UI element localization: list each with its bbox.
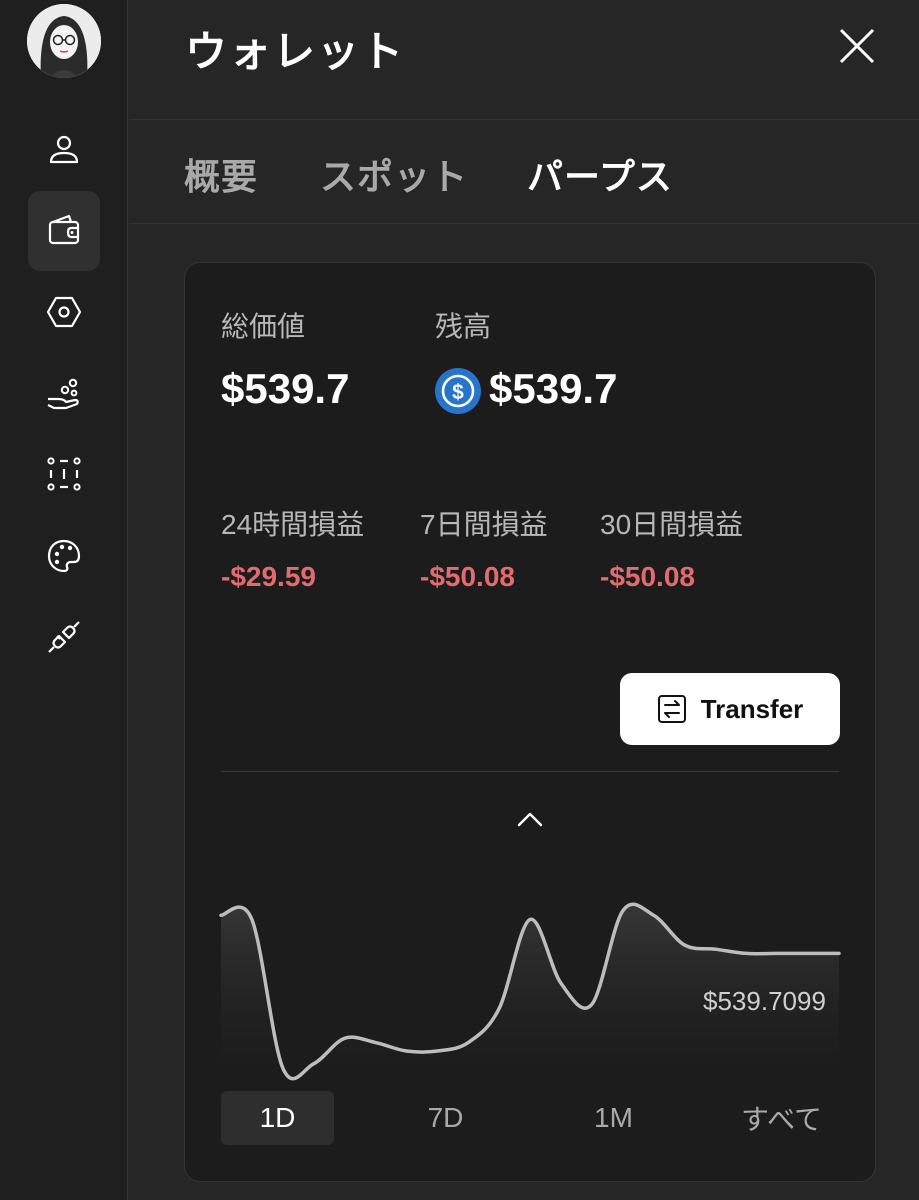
pnl-7d-label: 7日間損益 xyxy=(420,509,548,540)
tab-spot[interactable]: スポット xyxy=(320,148,468,200)
hexagon-icon xyxy=(46,296,82,328)
grid-dots-icon xyxy=(47,457,81,491)
avatar-image xyxy=(27,4,101,78)
balance-value: $539.7 xyxy=(489,365,618,412)
range-1d[interactable]: 1D xyxy=(221,1091,334,1145)
tab-overview[interactable]: 概要 xyxy=(184,148,258,200)
panel-header: ウォレット xyxy=(129,0,919,120)
sidebar-item-earn[interactable] xyxy=(28,353,100,433)
hand-coins-icon xyxy=(47,378,79,410)
pnl-24h-label: 24時間損益 xyxy=(221,509,365,540)
pnl-30d-label: 30日間損益 xyxy=(600,509,744,540)
close-icon[interactable] xyxy=(835,24,879,68)
tab-perps[interactable]: パープス xyxy=(527,148,673,200)
sidebar xyxy=(0,0,128,1200)
total-value-label: 総価値 xyxy=(221,311,306,342)
pnl-7d-value: -$50.08 xyxy=(420,561,515,592)
user-icon xyxy=(49,135,79,164)
balance-label: 残高 xyxy=(435,311,492,342)
usdc-icon: $ xyxy=(435,368,481,414)
plug-icon xyxy=(48,621,80,653)
total-value: $539.7 xyxy=(221,365,350,412)
pnl-24h-value: -$29.59 xyxy=(221,561,316,592)
wallet-tabs: 概要 スポット パープス xyxy=(129,120,919,224)
wallet-icon xyxy=(48,214,80,245)
sidebar-item-profile[interactable] xyxy=(28,110,100,190)
range-1m[interactable]: 1M xyxy=(557,1091,670,1145)
sidebar-item-grid[interactable] xyxy=(28,434,100,514)
chevron-up-icon[interactable] xyxy=(515,808,545,830)
transfer-button[interactable]: Transfer xyxy=(620,673,840,745)
chart-current-value: $539.7099 xyxy=(703,986,826,1016)
wallet-panel: ウォレット 概要 スポット パープス 総価値 $539.7 残高 $ $539.… xyxy=(129,0,919,1200)
transfer-icon xyxy=(657,695,686,723)
sidebar-item-theme[interactable] xyxy=(28,516,100,596)
divider xyxy=(221,771,839,772)
range-all[interactable]: すべて xyxy=(725,1091,838,1145)
sidebar-item-connect[interactable] xyxy=(28,597,100,677)
palette-icon xyxy=(47,539,81,573)
range-7d[interactable]: 7D xyxy=(389,1091,502,1145)
sidebar-item-wallet[interactable] xyxy=(28,191,100,271)
transfer-label: Transfer xyxy=(700,693,804,724)
sidebar-item-hexagon[interactable] xyxy=(28,272,100,352)
perps-summary-card: 総価値 $539.7 残高 $ $539.7 24時間損益 -$29.59 7日… xyxy=(184,262,876,1182)
avatar[interactable] xyxy=(27,4,101,78)
svg-text:$: $ xyxy=(452,381,464,404)
pnl-30d-value: -$50.08 xyxy=(600,561,695,592)
page-title: ウォレット xyxy=(185,28,406,75)
